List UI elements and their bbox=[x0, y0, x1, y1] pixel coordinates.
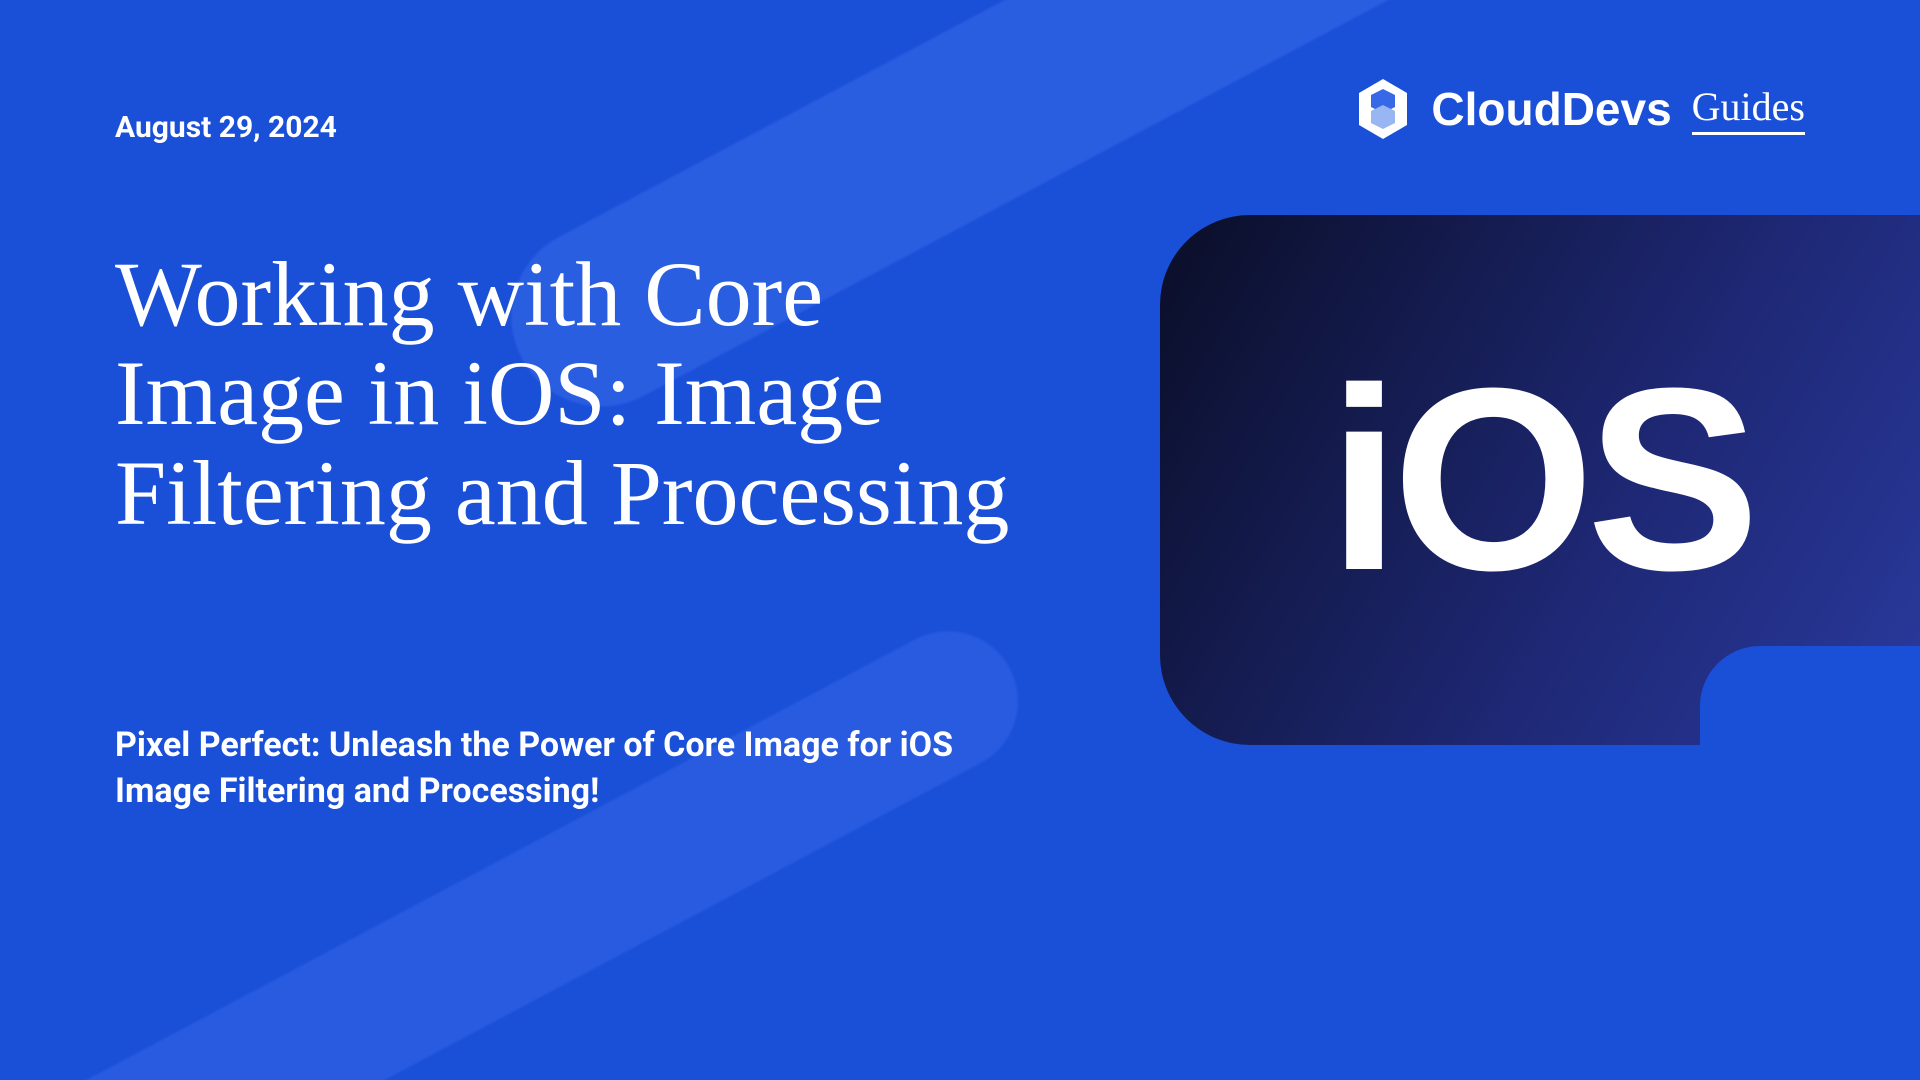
logo-group: CloudDevs Guides bbox=[1349, 75, 1805, 143]
clouddevs-logo-icon bbox=[1349, 75, 1417, 143]
page-title: Working with Core Image in iOS: Image Fi… bbox=[115, 245, 1055, 543]
logo-text-sub: Guides bbox=[1692, 83, 1805, 135]
page-subtitle: Pixel Perfect: Unleash the Power of Core… bbox=[115, 723, 1015, 815]
logo-text-main: CloudDevs bbox=[1431, 82, 1671, 136]
content-area: August 29, 2024 Working with Core Image … bbox=[0, 0, 1920, 1080]
